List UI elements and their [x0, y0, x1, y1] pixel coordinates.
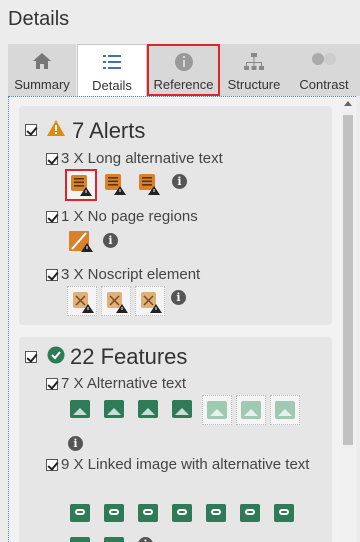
linked-image-feature-icon[interactable] — [168, 499, 198, 529]
long-alt-text-alert-icon[interactable] — [135, 170, 165, 200]
tab-summary-label: Summary — [14, 77, 70, 92]
tab-contrast-label: Contrast — [299, 77, 349, 92]
home-icon — [32, 52, 52, 73]
list-icon — [102, 53, 122, 74]
scroll-up-icon[interactable] — [344, 101, 352, 106]
long-alt-text-info-icon[interactable]: i — [172, 174, 187, 189]
linked-image-feature-icon[interactable] — [100, 499, 130, 529]
noscript-info-icon[interactable]: i — [171, 290, 186, 305]
tab-contrast[interactable]: Contrast — [288, 44, 360, 96]
warning-icon — [46, 119, 66, 142]
long-alt-text-alert-icon[interactable] — [65, 169, 97, 201]
noscript-alert-icon[interactable] — [101, 286, 131, 316]
linked-image-feature-icon[interactable] — [236, 499, 266, 529]
alerts-heading: 7 Alerts — [72, 118, 146, 143]
noscript-alert-icon[interactable] — [67, 286, 97, 316]
linked-image-label: 9 X Linked image with alternative text — [61, 456, 310, 473]
tab-bar: Summary Details Reference Structure Cont… — [8, 44, 360, 97]
contrast-icon — [311, 52, 337, 69]
noscript-label: 3 X Noscript element — [61, 266, 201, 283]
alt-text-feature-icon[interactable] — [236, 395, 266, 425]
linked-image-feature-icon[interactable] — [100, 532, 130, 542]
info-icon — [174, 52, 194, 75]
alt-text-feature-icon[interactable] — [270, 395, 300, 425]
no-regions-checkbox[interactable] — [46, 211, 58, 223]
no-regions-label: 1 X No page regions — [61, 208, 198, 225]
details-panel[interactable]: 7 Alerts 3 X Long alternative text i 1 X… — [8, 96, 356, 542]
check-circle-icon — [47, 346, 65, 369]
alt-text-feature-icon[interactable] — [100, 395, 130, 425]
noscript-checkbox[interactable] — [46, 269, 58, 281]
alt-text-label: 7 X Alternative text — [61, 375, 187, 392]
tab-details[interactable]: Details — [77, 44, 147, 97]
alerts-card: 7 Alerts 3 X Long alternative text i 1 X… — [19, 106, 332, 325]
features-card: 22 Features 7 X Alternative text i 9 X L… — [19, 337, 332, 542]
tab-reference-label: Reference — [153, 77, 214, 92]
alt-text-feature-icon[interactable] — [66, 395, 96, 425]
panel-title: Details — [8, 8, 70, 30]
alt-text-info-icon[interactable]: i — [68, 436, 83, 451]
linked-image-feature-icon[interactable] — [202, 499, 232, 529]
tab-reference[interactable]: Reference — [147, 44, 220, 96]
alt-text-feature-icon[interactable] — [202, 395, 232, 425]
tab-structure-label: Structure — [227, 77, 281, 92]
linked-image-feature-icon[interactable] — [270, 499, 300, 529]
features-heading: 22 Features — [70, 344, 188, 369]
linked-image-feature-icon[interactable] — [66, 532, 96, 542]
linked-image-feature-icon[interactable] — [134, 499, 164, 529]
long-alt-text-label: 3 X Long alternative text — [61, 150, 223, 167]
scrollbar-thumb[interactable] — [343, 115, 353, 445]
features-checkbox[interactable] — [25, 351, 37, 363]
long-alt-text-alert-icon[interactable] — [101, 170, 131, 200]
hierarchy-icon — [243, 52, 265, 75]
alt-text-feature-icon[interactable] — [168, 395, 198, 425]
tab-summary[interactable]: Summary — [8, 44, 76, 96]
linked-image-info-icon[interactable]: i — [138, 537, 153, 542]
vertical-scrollbar[interactable] — [341, 97, 355, 542]
alt-text-checkbox[interactable] — [46, 378, 58, 390]
long-alt-text-checkbox[interactable] — [46, 153, 58, 165]
alerts-checkbox[interactable] — [25, 124, 37, 136]
no-regions-info-icon[interactable]: i — [103, 233, 118, 248]
noscript-alert-icon[interactable] — [135, 286, 165, 316]
tab-structure[interactable]: Structure — [220, 44, 288, 96]
linked-image-feature-icon[interactable] — [66, 499, 96, 529]
no-regions-alert-icon[interactable] — [68, 229, 94, 258]
alt-text-feature-icon[interactable] — [134, 395, 164, 425]
tab-details-label: Details — [92, 78, 132, 93]
